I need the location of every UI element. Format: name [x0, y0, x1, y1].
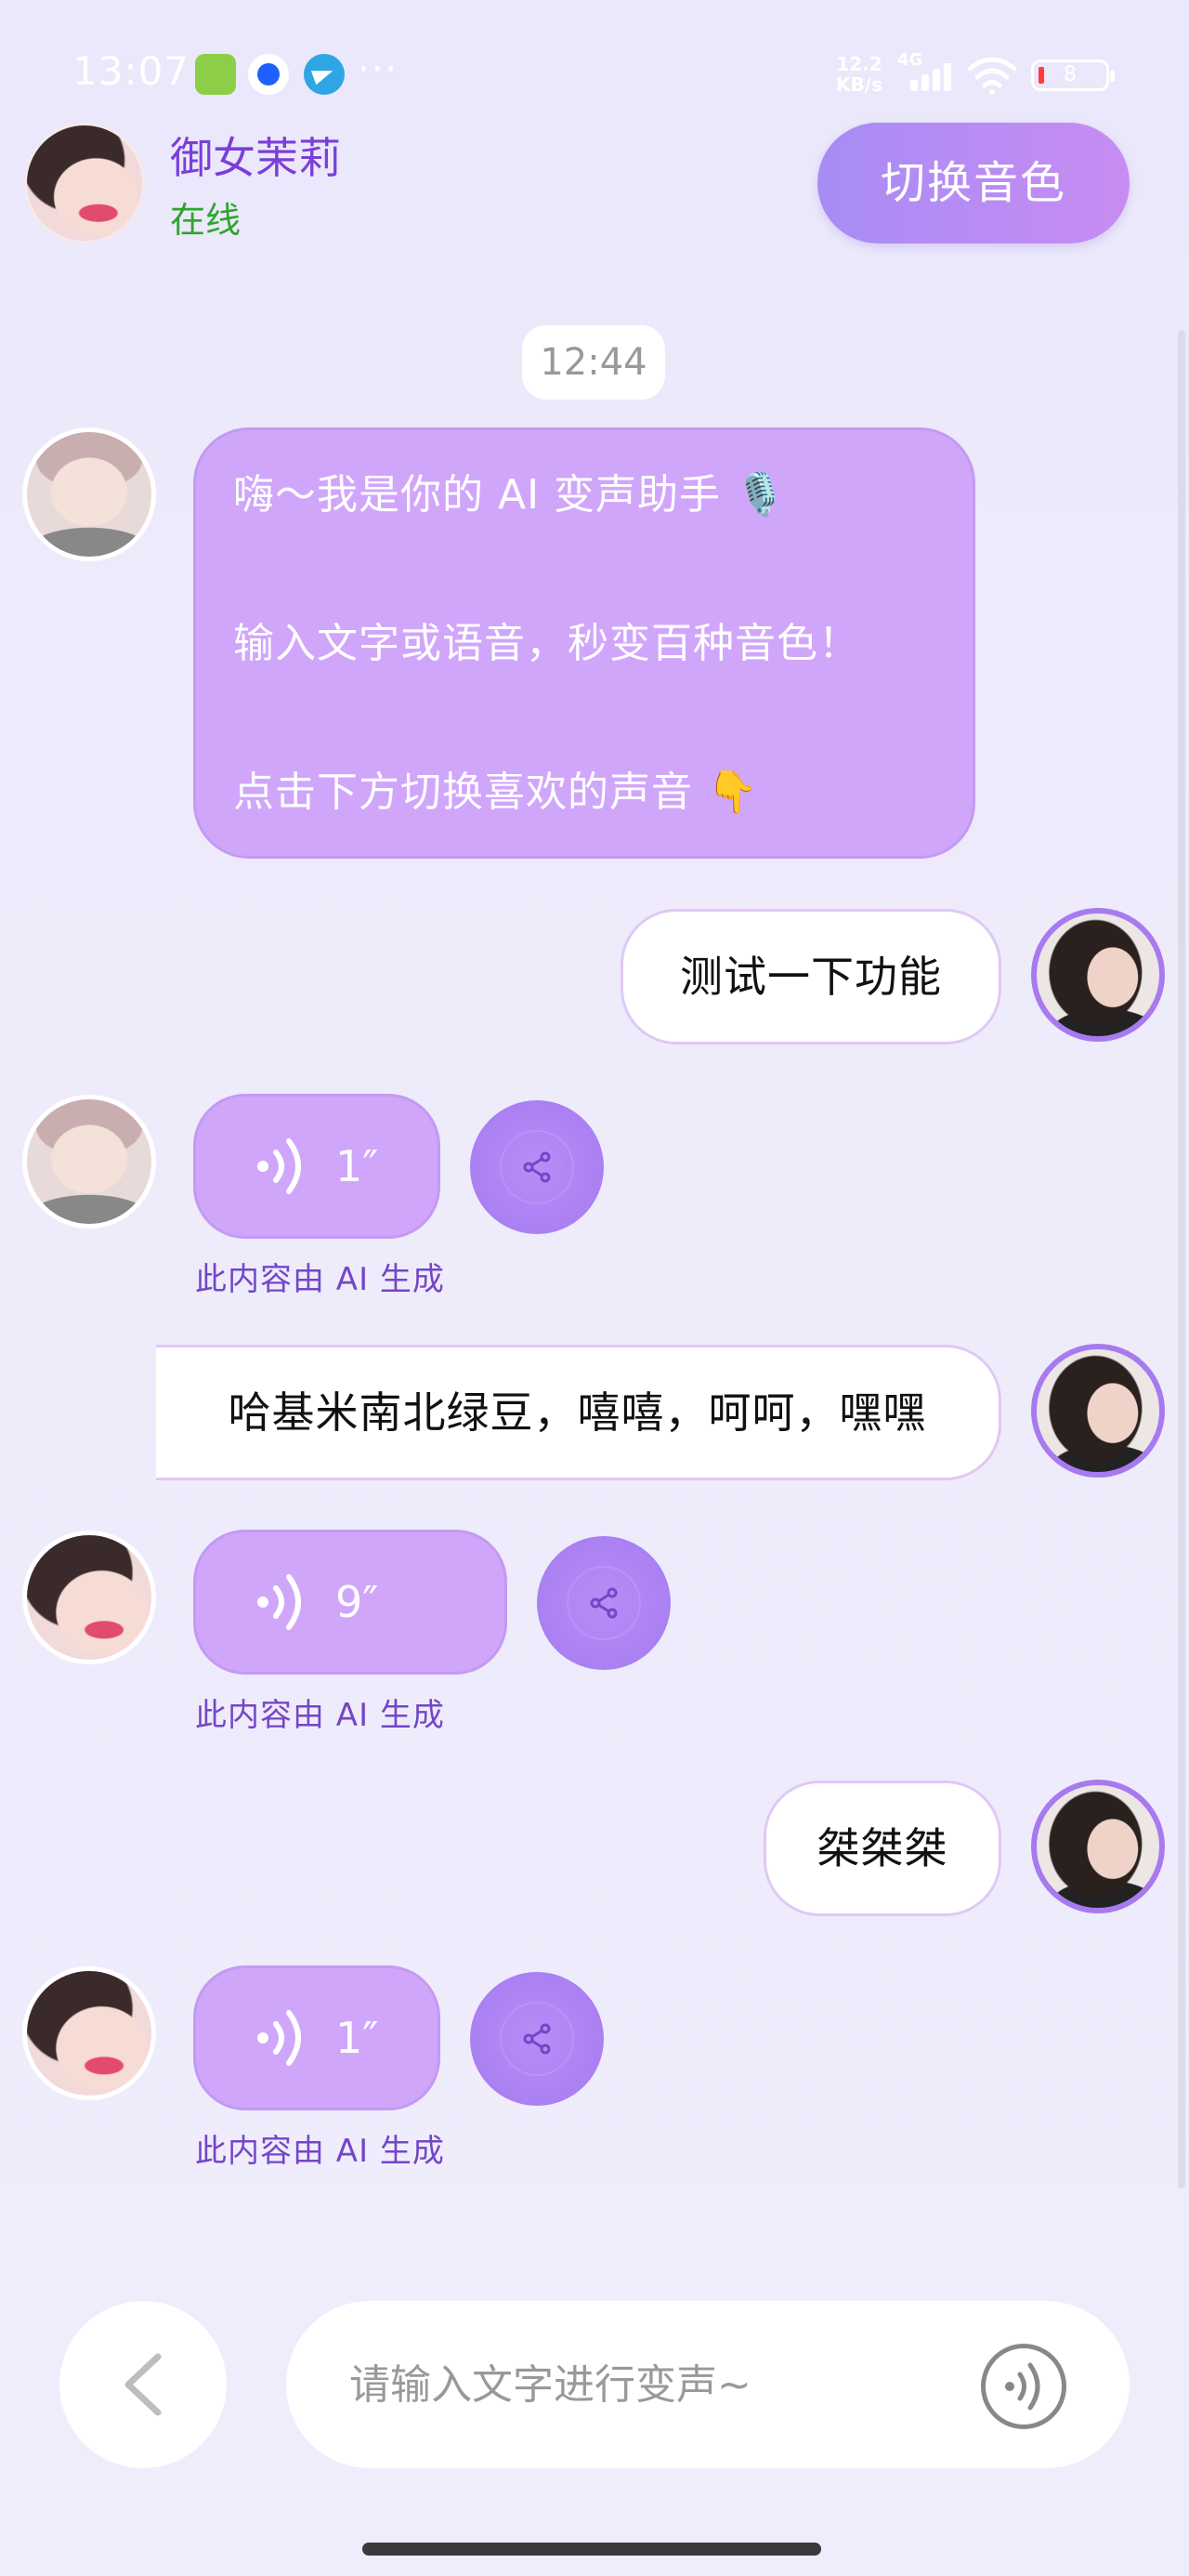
ai-avatar[interactable]: [22, 1531, 156, 1664]
signal-icon: 4G: [897, 50, 953, 95]
ai-generated-note: 此内容由 AI 生成: [195, 1697, 445, 1734]
app-icon-green: [195, 54, 236, 95]
voice-message[interactable]: 1″: [193, 1094, 440, 1239]
share-icon: [590, 1587, 618, 1619]
user-message: 测试一下功能: [621, 909, 1001, 1045]
welcome-line: 嗨～我是你的 AI 变声助手 🎙️: [233, 471, 787, 519]
user-message: 哈基米南北绿豆，嘻嘻，呵呵，嘿嘿: [156, 1345, 1001, 1480]
voice-wave-icon: [257, 1574, 301, 1630]
ai-avatar[interactable]: [22, 1966, 156, 2100]
text-input-container: [286, 2301, 1130, 2468]
chevron-left-icon: [124, 2353, 162, 2416]
online-status: 在线: [170, 200, 242, 241]
battery-icon: 8: [1031, 59, 1115, 91]
voice-message[interactable]: 9″: [193, 1530, 507, 1675]
character-avatar[interactable]: [24, 123, 145, 243]
voice-wave-icon: [1005, 2362, 1040, 2411]
share-button[interactable]: [470, 1100, 604, 1234]
share-button[interactable]: [470, 1972, 604, 2106]
welcome-line: 输入文字或语音，秒变百种音色！: [233, 620, 860, 667]
welcome-message: 嗨～我是你的 AI 变声助手 🎙️ 输入文字或语音，秒变百种音色！ 点击下方切换…: [193, 427, 975, 859]
ai-avatar[interactable]: [22, 427, 156, 561]
net-speed: 12.2 KB/s: [836, 53, 882, 96]
user-message: 桀桀桀: [764, 1781, 1001, 1916]
user-avatar[interactable]: [1031, 1344, 1165, 1478]
ai-generated-note: 此内容由 AI 生成: [195, 1261, 445, 1298]
wifi-icon: [968, 58, 1016, 95]
share-icon: [523, 2023, 551, 2055]
battery-level: 8: [1064, 63, 1077, 86]
voice-duration: 9″: [335, 1577, 379, 1627]
chat-header: 御女茉莉 在线 切换音色: [0, 112, 1189, 251]
voice-duration: 1″: [335, 2013, 379, 2063]
chat-scrollbar[interactable]: [1178, 330, 1185, 2188]
voice-message[interactable]: 1″: [193, 1965, 440, 2110]
status-bar: 13:07 ··· 12.2 KB/s 4G 8: [0, 0, 1189, 102]
home-indicator[interactable]: [362, 2543, 821, 2556]
voice-input-button[interactable]: [981, 2344, 1066, 2429]
app-icon-blue-circle: [248, 54, 289, 95]
switch-voice-button[interactable]: 切换音色: [817, 123, 1130, 243]
network-type: 4G: [897, 50, 923, 70]
user-avatar[interactable]: [1031, 1780, 1165, 1913]
user-avatar[interactable]: [1031, 908, 1165, 1042]
share-icon: [523, 1151, 551, 1183]
share-button[interactable]: [537, 1536, 671, 1670]
voice-duration: 1″: [335, 1141, 379, 1191]
voice-wave-icon: [257, 1138, 301, 1194]
status-time: 13:07: [72, 48, 190, 94]
welcome-line: 点击下方切换喜欢的声音 👇: [233, 769, 759, 816]
chat-timestamp: 12:44: [522, 325, 665, 400]
more-notifications: ···: [358, 48, 399, 91]
telegram-icon: [304, 54, 345, 95]
ai-generated-note: 此内容由 AI 生成: [195, 2133, 445, 2170]
character-name: 御女茉莉: [170, 133, 341, 183]
ai-avatar[interactable]: [22, 1095, 156, 1229]
back-button[interactable]: [59, 2301, 227, 2468]
voice-change-input[interactable]: [349, 2338, 925, 2431]
voice-wave-icon: [257, 2010, 301, 2066]
